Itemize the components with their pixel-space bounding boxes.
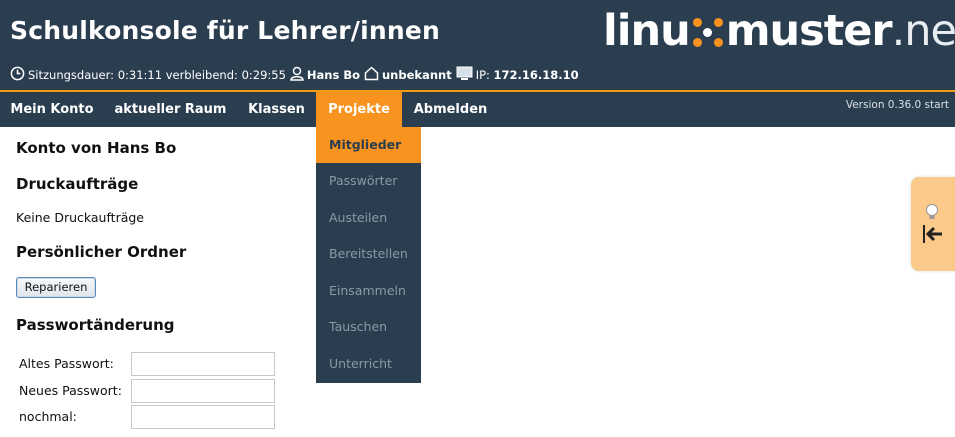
menu-item-tauschen[interactable]: Tauschen <box>316 309 421 346</box>
menu-item-bereitstellen[interactable]: Bereitstellen <box>316 236 421 273</box>
user-name: Hans Bo <box>306 68 360 82</box>
ip-address: 172.16.18.10 <box>493 68 579 82</box>
projekte-dropdown-menu: Mitglieder Passwörter Austeilen Bereitst… <box>316 127 421 383</box>
menu-item-unterricht[interactable]: Unterricht <box>316 346 421 383</box>
nav-item-klassen[interactable]: Klassen <box>237 92 316 127</box>
confirm-password-label: nochmal: <box>19 409 77 424</box>
menu-item-einsammeln[interactable]: Einsammeln <box>316 273 421 310</box>
menu-item-mitglieder[interactable]: Mitglieder <box>316 127 421 163</box>
user-icon <box>290 66 304 84</box>
linuxmuster-x-logo-icon <box>691 8 725 54</box>
page-title: Schulkonsole für Lehrer/innen <box>10 16 441 45</box>
linuxmuster-logo: linu muster .net <box>603 6 955 56</box>
password-change-heading: Passwortänderung <box>16 316 175 334</box>
nav-item-abmelden[interactable]: Abmelden <box>402 92 499 127</box>
main-nav: Mein Konto aktueller Raum Klassen Projek… <box>0 92 955 127</box>
menu-item-austeilen[interactable]: Austeilen <box>316 200 421 237</box>
arrow-left-bar-icon[interactable] <box>922 224 944 248</box>
old-password-field[interactable] <box>131 352 275 376</box>
house-icon <box>364 66 379 84</box>
repair-button[interactable]: Reparieren <box>16 277 96 298</box>
old-password-label: Altes Passwort: <box>19 356 114 371</box>
session-info: Sitzungsdauer: 0:31:11 verbleibend: 0:29… <box>10 66 579 84</box>
version-label: Version 0.36.0 start <box>845 99 949 111</box>
session-remaining: 0:29:55 <box>241 68 286 82</box>
nav-item-projekte[interactable]: Projekte <box>316 92 402 127</box>
nav-item-mein-konto[interactable]: Mein Konto <box>0 92 104 127</box>
monitor-icon <box>456 66 473 84</box>
header: Schulkonsole für Lehrer/innen linu muste… <box>0 0 955 90</box>
account-heading: Konto von Hans Bo <box>16 139 177 157</box>
menu-item-passwoerter[interactable]: Passwörter <box>316 163 421 200</box>
confirm-password-field[interactable] <box>131 405 275 429</box>
new-password-field[interactable] <box>131 379 275 403</box>
session-duration: 0:31:11 <box>117 68 163 82</box>
print-jobs-text: Keine Druckaufträge <box>16 210 144 225</box>
print-jobs-heading: Druckaufträge <box>16 175 139 193</box>
clock-icon <box>10 66 25 84</box>
help-side-tab[interactable] <box>911 177 955 271</box>
new-password-label: Neues Passwort: <box>19 383 122 398</box>
personal-folder-heading: Persönlicher Ordner <box>16 243 187 261</box>
room-name: unbekannt <box>382 68 452 82</box>
nav-item-aktueller-raum[interactable]: aktueller Raum <box>104 92 237 127</box>
lightbulb-icon <box>924 203 940 225</box>
